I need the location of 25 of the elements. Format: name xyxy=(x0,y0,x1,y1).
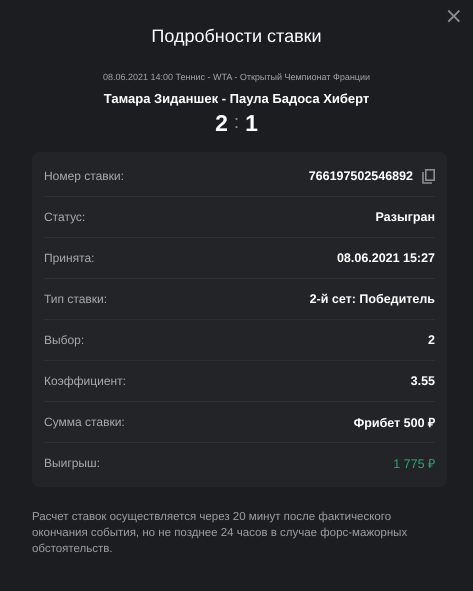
detail-label: Статус: xyxy=(44,210,86,224)
score-separator: : xyxy=(234,111,240,135)
detail-label: Номер ставки: xyxy=(44,169,124,183)
detail-label: Сумма ставки: xyxy=(44,415,125,429)
detail-value: 766197502546892 xyxy=(308,169,413,183)
detail-value: 3.55 xyxy=(410,374,435,388)
settlement-note: Расчет ставок осуществляется через 20 минут после фактического окончания события, но не позднее 24 часов в случае форс-мажорных обстоятельств. xyxy=(32,510,408,557)
event-info: 08.06.2021 14:00 Теннис - WTA - Открытый Чемпионат Франции xyxy=(102,71,372,83)
detail-value: Разыгран xyxy=(375,210,435,224)
away-score: 1 xyxy=(245,110,258,136)
close-button[interactable]: × xyxy=(440,6,467,28)
detail-label: Тип ставки: xyxy=(44,292,108,306)
detail-value: 2 xyxy=(428,333,435,347)
detail-label: Принята: xyxy=(44,251,94,265)
match-title: Тамара Зиданшек - Паула Бадоса Хиберт xyxy=(102,91,370,107)
dialog-title: Подробности ставки xyxy=(150,25,323,48)
copy-icon[interactable] xyxy=(422,168,435,184)
detail-value: 1 775 ₽ xyxy=(393,456,435,472)
detail-label: Коэффициент: xyxy=(44,374,126,388)
detail-label: Выигрыш: xyxy=(44,456,100,470)
detail-value: 08.06.2021 15:27 xyxy=(336,251,435,265)
home-score: 2 xyxy=(215,110,228,136)
detail-value: Фрибет 500 ₽ xyxy=(354,414,435,430)
detail-label: Выбор: xyxy=(44,333,84,347)
detail-value: 2-й сет: Победитель xyxy=(310,292,435,306)
